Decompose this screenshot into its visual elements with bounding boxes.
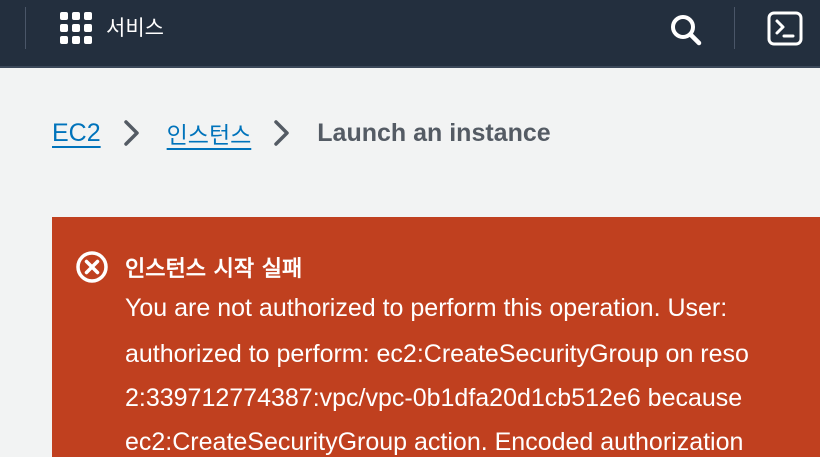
cloudshell-button[interactable] xyxy=(766,11,804,47)
services-label: 서비스 xyxy=(106,16,164,40)
breadcrumb-link-ec2[interactable]: EC2 xyxy=(52,119,101,148)
top-navigation-bar: 서비스 xyxy=(0,0,820,68)
error-alert: 인스턴스 시작 실패 You are not authorized to per… xyxy=(52,217,820,457)
alert-message-line: authorized to perform: ec2:CreateSecurit… xyxy=(125,340,749,368)
breadcrumb-link-instances[interactable]: 인스턴스 xyxy=(167,116,252,150)
terminal-icon xyxy=(767,11,803,46)
grid-icon xyxy=(60,12,94,46)
breadcrumb-current-page: Launch an instance xyxy=(317,118,551,147)
chevron-right-icon xyxy=(271,113,293,153)
error-circle-x-icon xyxy=(76,251,108,283)
search-button[interactable] xyxy=(666,10,706,50)
search-icon xyxy=(671,15,702,46)
nav-divider xyxy=(25,7,26,49)
alert-title: 인스턴스 시작 실패 xyxy=(125,257,303,282)
services-menu-button[interactable]: 서비스 xyxy=(56,8,164,48)
alert-message-line: ec2:CreateSecurityGroup action. Encoded … xyxy=(125,428,744,456)
chevron-right-icon xyxy=(121,113,143,153)
alert-message-line: 2:339712774387:vpc/vpc-0b1dfa20d1cb512e6… xyxy=(125,384,743,412)
alert-message-line: You are not authorized to perform this o… xyxy=(125,294,728,322)
nav-divider xyxy=(734,7,735,49)
breadcrumb: EC2 인스턴스 Launch an instance xyxy=(52,113,551,153)
